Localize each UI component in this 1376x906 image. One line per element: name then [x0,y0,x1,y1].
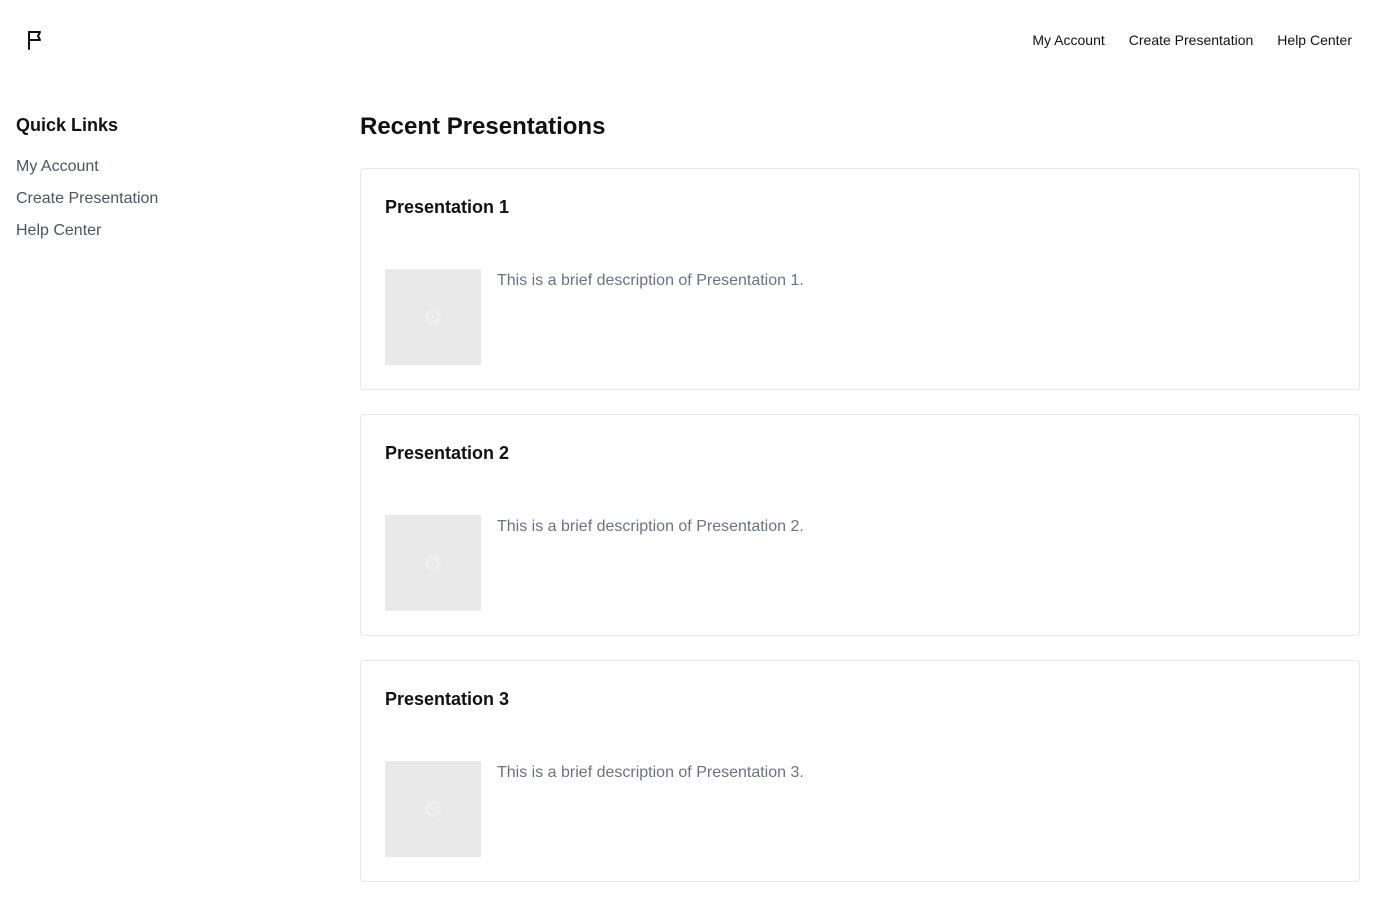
sidebar-link-my-account[interactable]: My Account [16,158,99,175]
sidebar: Quick Links My Account Create Presentati… [16,114,316,253]
presentation-description: This is a brief description of Presentat… [497,518,804,535]
nav-create-presentation[interactable]: Create Presentation [1129,31,1254,49]
image-placeholder-icon [425,309,441,325]
top-nav: My Account Create Presentation Help Cent… [1032,31,1352,49]
presentation-title[interactable]: Presentation 1 [385,196,509,218]
sidebar-title: Quick Links [16,115,119,135]
presentation-thumbnail[interactable] [385,515,481,611]
presentation-thumbnail[interactable] [385,761,481,857]
main-content: Recent Presentations Presentation 1 This… [360,112,1360,906]
presentation-list: Presentation 1 This is a brief descripti… [360,168,1360,882]
nav-help-center[interactable]: Help Center [1277,31,1352,49]
sidebar-link-create-presentation[interactable]: Create Presentation [16,190,158,207]
presentation-card[interactable]: Presentation 1 This is a brief descripti… [360,168,1360,390]
presentation-card[interactable]: Presentation 3 This is a brief descripti… [360,660,1360,882]
presentation-description: This is a brief description of Presentat… [497,272,804,289]
presentation-title[interactable]: Presentation 3 [385,688,509,710]
presentation-card[interactable]: Presentation 2 This is a brief descripti… [360,414,1360,636]
presentation-thumbnail[interactable] [385,269,481,365]
page-title: Recent Presentations [360,113,606,140]
image-placeholder-icon [425,801,441,817]
sidebar-item-my-account: My Account [16,157,316,189]
quick-links-list: My Account Create Presentation Help Cent… [16,157,316,253]
nav-my-account[interactable]: My Account [1032,31,1104,49]
sidebar-link-help-center[interactable]: Help Center [16,222,101,239]
presentation-description: This is a brief description of Presentat… [497,764,804,781]
site-header: My Account Create Presentation Help Cent… [0,0,1376,80]
presentation-title[interactable]: Presentation 2 [385,442,509,464]
sidebar-item-help-center: Help Center [16,221,316,253]
sidebar-item-create-presentation: Create Presentation [16,189,316,221]
image-placeholder-icon [425,555,441,571]
flag-icon[interactable] [24,28,48,52]
